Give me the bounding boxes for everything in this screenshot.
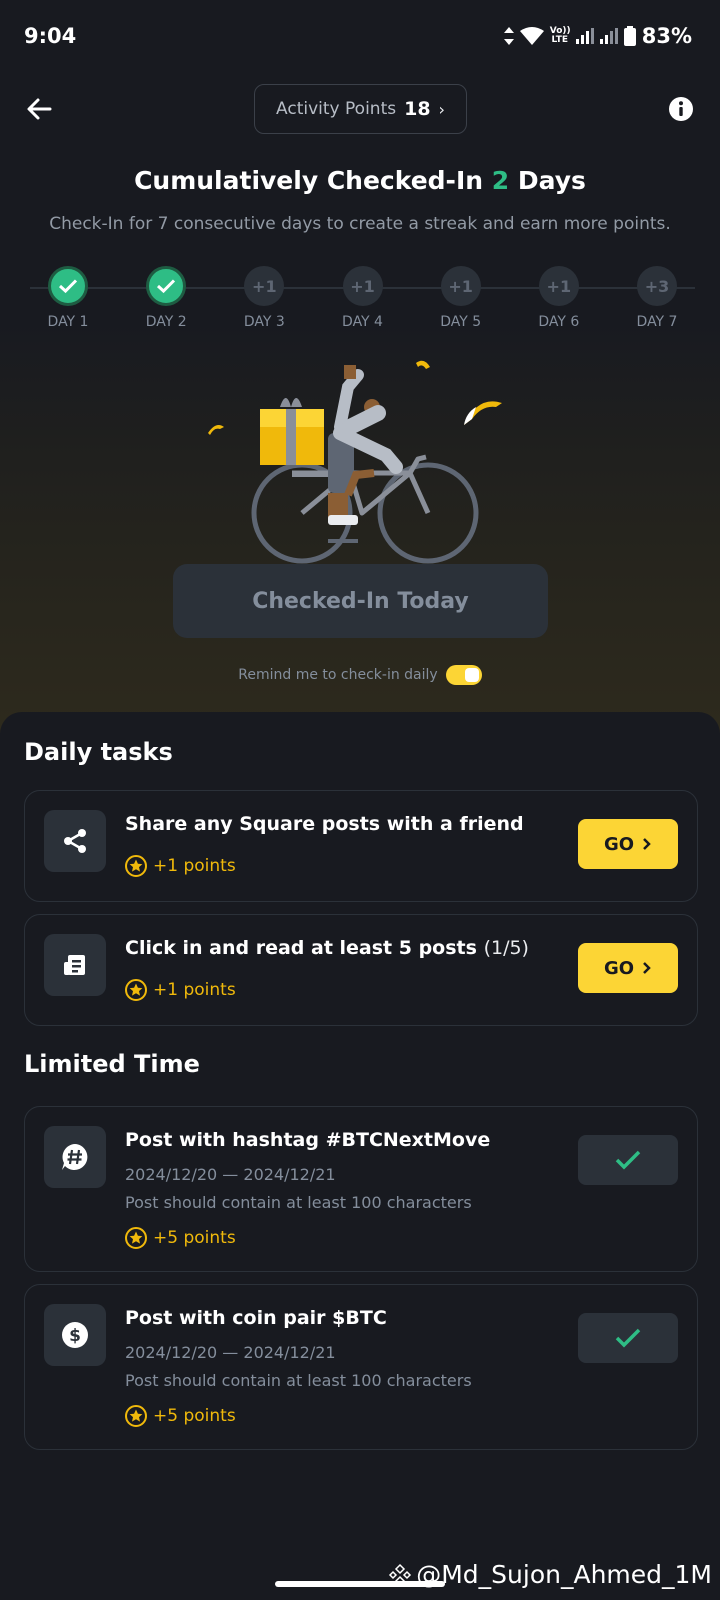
day-reward: +1 [440,266,481,306]
task-note: Post should contain at least 100 charact… [125,1193,472,1212]
streak-day-4: +1 DAY 4 [323,266,403,330]
day-label: DAY 6 [538,314,580,330]
toggle-knob [464,668,479,682]
activity-points-value: 18 [404,98,431,120]
streak-day-7: +3 DAY 7 [617,266,697,330]
volte-icon: Vo)) LTE [549,26,571,45]
info-icon[interactable] [668,96,694,122]
checked-in-today-button[interactable]: Checked-In Today [173,564,548,638]
battery-percent: 83% [641,24,692,48]
checkin-headline: Cumulatively Checked-In 2 Days [0,166,720,195]
task-title: Post with coin pair $BTC [125,1307,387,1329]
daily-task-card: Share any Square posts with a friend +1 … [24,790,698,902]
check-icon [615,1150,641,1170]
hashtag-icon [44,1126,106,1188]
watermark-text: @Md_Sujon_Ahmed_1M [416,1560,712,1589]
day-label: DAY 4 [342,314,383,330]
go-button[interactable]: GO [578,819,678,869]
remind-label: Remind me to check-in daily [238,667,438,683]
tasks-sheet: Daily tasks Share any Square posts with … [0,712,720,1600]
limited-task-card: $ Post with coin pair $BTC 2024/12/20 — … [24,1284,698,1450]
activity-points-label: Activity Points [276,99,397,119]
daily-tasks-title: Daily tasks [24,738,173,766]
reward-text: +1 points [153,856,236,876]
reward-text: +5 points [153,1406,236,1426]
star-coin-icon [125,855,147,877]
wifi-icon [519,27,544,45]
activity-points-button[interactable]: Activity Points 18 › [254,84,467,134]
day-label: DAY 5 [440,314,482,330]
go-button[interactable]: GO [578,943,678,993]
checked-in-days-count: 2 [491,166,510,195]
day-label: DAY 2 [145,314,187,330]
day-label: DAY 7 [636,314,678,330]
task-reward: +5 points [125,1405,236,1427]
check-circle-icon [146,266,187,306]
chevron-right-icon [643,838,651,850]
task-title: Click in and read at least 5 posts (1/5) [125,937,529,959]
task-reward: +5 points [125,1227,236,1249]
day-reward: +1 [538,266,579,306]
day-label: DAY 3 [243,314,285,330]
day-reward: +1 [342,266,383,306]
battery-icon [623,26,636,46]
cyclist-gift-illustration [208,360,502,564]
completed-button[interactable] [578,1313,678,1363]
remind-toggle[interactable] [445,665,482,685]
svg-text:$: $ [69,1326,81,1346]
data-arrows-icon [503,27,514,45]
streak-day-6: +1 DAY 6 [519,266,599,330]
signal-icon [575,28,594,44]
reward-text: +1 points [153,980,236,1000]
watermark: @Md_Sujon_Ahmed_1M [388,1560,712,1589]
streak-day-1: DAY 1 [28,266,108,330]
streak-day-3: +1 DAY 3 [224,266,304,330]
day-label: DAY 1 [47,314,89,330]
task-reward: +1 points [125,979,236,1001]
star-coin-icon [125,979,147,1001]
streak-day-5: +1 DAY 5 [421,266,501,330]
limited-task-card: Post with hashtag #BTCNextMove 2024/12/2… [24,1106,698,1272]
remind-row: Remind me to check-in daily [0,665,720,685]
checkin-subtitle: Check-In for 7 consecutive days to creat… [49,214,671,234]
share-icon [44,810,106,872]
task-title: Post with hashtag #BTCNextMove [125,1129,491,1151]
dollar-coin-icon: $ [44,1304,106,1366]
task-progress: (1/5) [483,937,529,959]
article-icon [44,934,106,996]
streak-day-2: DAY 2 [126,266,206,330]
task-title: Share any Square posts with a friend [125,813,524,835]
star-coin-icon [125,1405,147,1427]
signal-icon-2 [599,28,618,44]
reward-text: +5 points [153,1228,236,1248]
status-time: 9:04 [24,24,77,48]
status-icons: Vo)) LTE 83% [503,24,692,48]
chevron-right-icon [643,962,651,974]
task-note: Post should contain at least 100 charact… [125,1371,472,1390]
check-circle-icon [48,266,88,306]
status-bar: 9:04 Vo)) LTE 83% [0,0,720,76]
task-dates: 2024/12/20 — 2024/12/21 [125,1343,336,1362]
headline-suffix: Days [517,166,586,195]
task-reward: +1 points [125,855,236,877]
daily-task-card: Click in and read at least 5 posts (1/5)… [24,914,698,1026]
limited-time-title: Limited Time [24,1050,200,1078]
task-dates: 2024/12/20 — 2024/12/21 [125,1165,336,1184]
day-reward: +3 [637,266,677,306]
back-arrow-icon[interactable] [24,94,54,124]
headline-prefix: Cumulatively Checked-In [134,166,484,195]
star-coin-icon [125,1227,147,1249]
streak-tracker: DAY 1 DAY 2 +1 DAY 3 +1 DAY 4 +1 DAY 5 +1 DAY 6 +3… [30,266,695,336]
day-reward: +1 [244,266,285,306]
check-icon [615,1328,641,1348]
chevron-right-icon: › [438,99,445,119]
completed-button[interactable] [578,1135,678,1185]
binance-logo-icon [389,1563,412,1586]
